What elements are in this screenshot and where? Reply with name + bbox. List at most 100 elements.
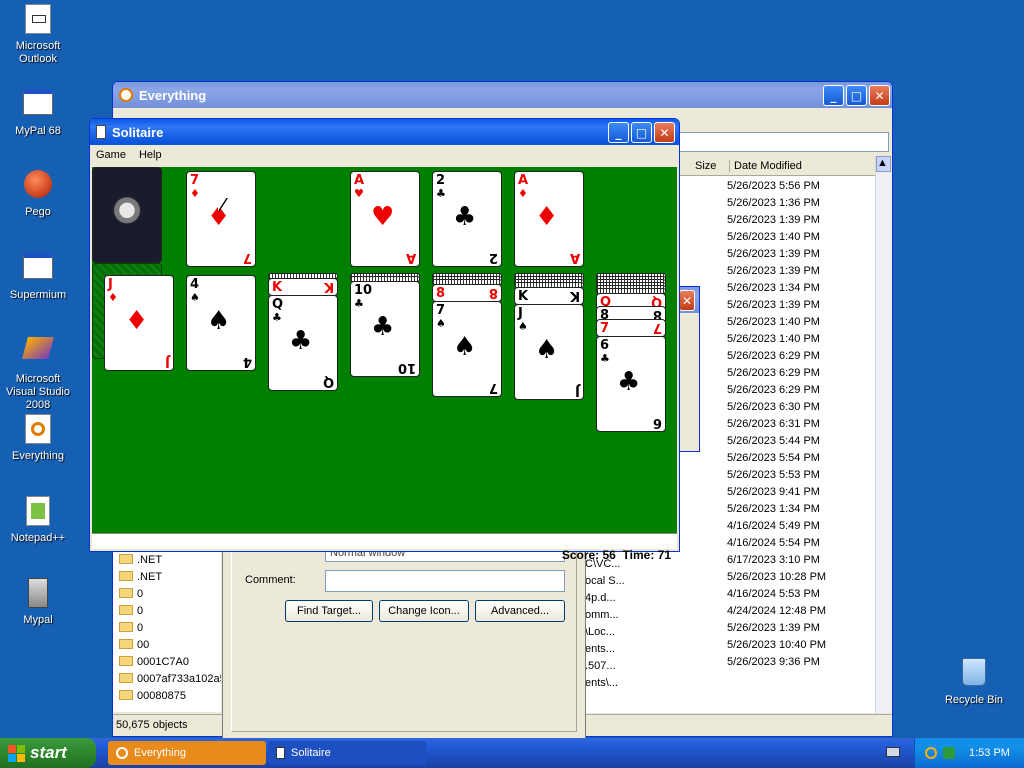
results-scrollbar[interactable]: ▲ bbox=[875, 156, 891, 713]
close-button[interactable]: ✕ bbox=[869, 85, 890, 106]
column-date-modified[interactable]: Date Modified bbox=[729, 160, 802, 172]
solitaire-window[interactable]: Solitaire _ □ ✕ Game Help 7 ♦ ♦ 7 A ♥ ♥ A 2 ♣ ♣ 2 A ♦… bbox=[89, 118, 680, 562]
desktop-icon-mypal[interactable]: Mypal bbox=[0, 578, 76, 627]
stock-pile[interactable] bbox=[92, 167, 162, 263]
tray-app-icon[interactable] bbox=[943, 747, 955, 759]
folder-name: .NET bbox=[137, 554, 163, 566]
everything-icon bbox=[116, 747, 128, 759]
folder-name: 0007af733a102a5 bbox=[137, 673, 221, 685]
folder-icon bbox=[119, 690, 133, 700]
start-button[interactable]: start bbox=[0, 738, 96, 768]
folder-list[interactable]: .NET .NET 0 0 0 00 0001C7A0 0007af733a102a5 0008… bbox=[113, 552, 221, 712]
taskbar-item-everything[interactable]: Everything bbox=[108, 741, 266, 765]
folder-item[interactable]: 0 bbox=[119, 588, 143, 600]
tableau-card[interactable]: 7 ♠ ♠ 7 bbox=[432, 301, 502, 397]
solitaire-menubar: Game Help bbox=[90, 145, 679, 165]
clock[interactable]: 1:53 PM bbox=[969, 747, 1010, 759]
result-path: omm... bbox=[585, 609, 619, 621]
everything-tray-icon[interactable] bbox=[925, 747, 937, 759]
tableau-card-partial[interactable]: 7♥♥7 bbox=[596, 319, 666, 380]
card-rank: 8 bbox=[488, 285, 498, 300]
foundation-card[interactable]: 2 ♣ ♣ 2 bbox=[432, 171, 502, 267]
folder-item[interactable]: 0 bbox=[119, 605, 143, 617]
foundation-card[interactable]: A ♦ ♦ A bbox=[514, 171, 584, 267]
taskbar-item-solitaire[interactable]: Solitaire bbox=[268, 741, 426, 765]
folder-item[interactable]: 0 bbox=[119, 622, 143, 634]
desktop-icon-label: Recycle Bin bbox=[944, 694, 1004, 706]
result-date: 5/26/2023 9:36 PM bbox=[727, 656, 820, 668]
card-suit-icon: ♣ bbox=[272, 311, 282, 324]
foundation-card[interactable]: A ♥ ♥ A bbox=[350, 171, 420, 267]
card-rank: 4 bbox=[242, 354, 252, 369]
properties-dialog[interactable]: Normal window Comment: Find Target... Ch… bbox=[222, 540, 586, 740]
tableau-card[interactable]: 4 ♠ ♠ 4 bbox=[186, 275, 256, 371]
solitaire-titlebar[interactable]: Solitaire _ □ ✕ bbox=[90, 119, 679, 145]
minimize-button[interactable]: _ bbox=[608, 122, 629, 143]
card-suit-icon: ♠ bbox=[207, 306, 231, 336]
desktop-icon-label: Microsoft Outlook bbox=[15, 40, 61, 65]
result-path: ocal S... bbox=[585, 575, 625, 587]
minimize-button[interactable]: _ bbox=[823, 85, 844, 106]
desktop-icon-label: Pego bbox=[25, 206, 51, 218]
folder-item[interactable]: .NET bbox=[119, 554, 162, 566]
tableau-card-partial[interactable]: K♦♦K bbox=[268, 278, 338, 339]
column-size[interactable]: Size bbox=[695, 160, 716, 172]
card-suit-icon: ♦ bbox=[518, 187, 528, 200]
visual-studio-icon bbox=[22, 337, 54, 369]
tableau-card[interactable]: J ♠ ♠ J bbox=[514, 304, 584, 400]
taskbar-label: Solitaire bbox=[291, 747, 331, 759]
card-rank: 2 bbox=[488, 250, 498, 265]
search-input[interactable] bbox=[679, 132, 889, 152]
hidden-dialog-close-button[interactable]: ✕ bbox=[679, 290, 695, 311]
tableau-card[interactable]: 6 ♣ ♣ 6 bbox=[596, 336, 666, 432]
desktop-icon-notepadpp[interactable]: Notepad++ bbox=[0, 496, 76, 545]
folder-icon bbox=[119, 639, 133, 649]
tableau-card[interactable]: J ♦ ♦ J bbox=[104, 275, 174, 371]
desktop-icon-outlook[interactable]: Microsoft Outlook bbox=[0, 4, 76, 66]
result-date: 5/26/2023 1:36 PM bbox=[727, 197, 820, 209]
desktop-icon-everything[interactable]: Everything bbox=[0, 414, 76, 463]
card-rank: 10 bbox=[397, 360, 416, 375]
close-button[interactable]: ✕ bbox=[654, 122, 675, 143]
folder-item[interactable]: 0001C7A0 bbox=[119, 656, 189, 668]
card-rank: K bbox=[272, 280, 283, 295]
waste-card[interactable]: 7 ♦ ♦ 7 bbox=[186, 171, 256, 267]
desktop-icon-supermium[interactable]: Supermium bbox=[0, 250, 76, 302]
taskbar: start Everything Solitaire 1:53 PM bbox=[0, 738, 1024, 768]
result-date: 5/26/2023 10:28 PM bbox=[727, 571, 827, 583]
card-rank: 10 bbox=[354, 283, 373, 298]
maximize-button[interactable]: □ bbox=[846, 85, 867, 106]
folder-name: 00080875 bbox=[137, 690, 186, 702]
desktop-icon-recycle-bin[interactable]: Recycle Bin bbox=[936, 656, 1012, 707]
card-rank: A bbox=[569, 250, 580, 265]
desktop-icon-pego[interactable]: Pego bbox=[0, 168, 76, 219]
desktop-icon-mypal68[interactable]: MyPal 68 bbox=[0, 86, 76, 138]
desktop-icon-label: MyPal 68 bbox=[15, 125, 61, 137]
result-date: 5/26/2023 5:53 PM bbox=[727, 469, 820, 481]
everything-titlebar[interactable]: Everything _ □ ✕ bbox=[113, 82, 892, 108]
result-date: 5/26/2023 1:40 PM bbox=[727, 333, 820, 345]
menu-game[interactable]: Game bbox=[96, 149, 126, 161]
folder-item[interactable]: 00 bbox=[119, 639, 149, 651]
tableau-card[interactable]: 10 ♣ ♣ 10 bbox=[350, 281, 420, 377]
tableau-card-partial[interactable]: K♣♣K bbox=[514, 287, 584, 348]
folder-icon bbox=[119, 605, 133, 615]
result-date: 5/26/2023 6:31 PM bbox=[727, 418, 820, 430]
maximize-button[interactable]: □ bbox=[631, 122, 652, 143]
card-suit-icon: ♦ bbox=[108, 291, 118, 304]
folder-item[interactable]: 0007af733a102a5 bbox=[119, 673, 221, 685]
scroll-up-button[interactable]: ▲ bbox=[876, 156, 891, 172]
outlook-icon bbox=[22, 4, 54, 36]
card-rank: J bbox=[575, 383, 580, 398]
folder-item[interactable]: .NET bbox=[119, 571, 162, 583]
game-table[interactable]: 7♦♦7A♥♥A2♣♣2A♦♦AJ♦♦J4♠♠4K♦♦KQ♣♣Q10♣♣108♥… bbox=[92, 167, 677, 534]
menu-help[interactable]: Help bbox=[139, 149, 162, 161]
tableau-card-partial[interactable]: 8♥♥8 bbox=[432, 284, 502, 345]
result-date: 5/26/2023 1:40 PM bbox=[727, 231, 820, 243]
tableau-card[interactable]: Q ♣ ♣ Q bbox=[268, 295, 338, 391]
keyboard-icon[interactable] bbox=[886, 747, 900, 757]
desktop-icon-visual-studio[interactable]: Microsoft Visual Studio 2008 bbox=[0, 332, 76, 412]
folder-item[interactable]: 00080875 bbox=[119, 690, 186, 702]
mypal-icon bbox=[22, 578, 54, 610]
recycle-bin-icon bbox=[958, 658, 990, 690]
